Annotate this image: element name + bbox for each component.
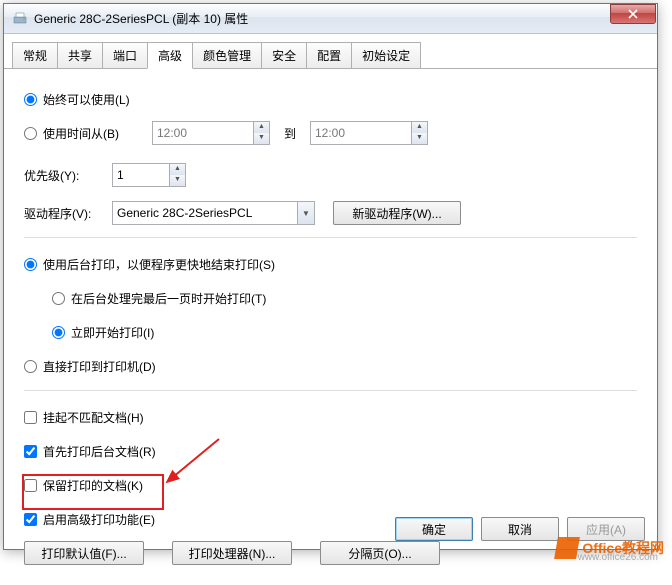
check-advanced-label: 启用高级打印功能(E) (43, 511, 155, 528)
tab-color[interactable]: 颜色管理 (192, 42, 262, 68)
tab-bar: 常规 共享 端口 高级 颜色管理 安全 配置 初始设定 (4, 34, 657, 69)
priority-label: 优先级(Y): (24, 167, 112, 184)
print-processor-button[interactable]: 打印处理器(N)... (172, 541, 292, 565)
radio-spool-after-input[interactable] (52, 292, 65, 305)
window-title: Generic 28C-2SeriesPCL (副本 10) 属性 (34, 10, 610, 27)
tab-content: 始终可以使用(L) 使用时间从(B) 12:00 ▲▼ 到 12:00 ▲▼ 优… (4, 69, 657, 585)
radio-spool-immediate-input[interactable] (52, 326, 65, 339)
spinner-buttons[interactable]: ▲▼ (169, 164, 185, 186)
properties-dialog: Generic 28C-2SeriesPCL (副本 10) 属性 常规 共享 … (3, 3, 658, 550)
radio-always-input[interactable] (24, 93, 37, 106)
print-defaults-button[interactable]: 打印默认值(F)... (24, 541, 144, 565)
check-hold-input[interactable] (24, 411, 37, 424)
time-from-value: 12:00 (157, 126, 187, 140)
check-hold-label: 挂起不匹配文档(H) (43, 409, 144, 426)
priority-value: 1 (117, 168, 124, 182)
radio-direct-label: 直接打印到打印机(D) (43, 358, 156, 375)
driver-label: 驱动程序(V): (24, 205, 112, 222)
new-driver-button[interactable]: 新驱动程序(W)... (333, 201, 461, 225)
tab-security[interactable]: 安全 (261, 42, 307, 68)
spinner-buttons[interactable]: ▲▼ (253, 122, 269, 144)
radio-use-time-label: 使用时间从(B) (43, 125, 119, 142)
radio-always-available[interactable]: 始终可以使用(L) (24, 91, 130, 108)
radio-direct[interactable]: 直接打印到打印机(D) (24, 358, 156, 375)
titlebar: Generic 28C-2SeriesPCL (副本 10) 属性 (4, 4, 657, 34)
radio-spool[interactable]: 使用后台打印，以便程序更快地结束打印(S) (24, 256, 275, 273)
radio-spool-after-label: 在后台处理完最后一页时开始打印(T) (71, 290, 266, 307)
watermark-logo-icon (554, 537, 580, 559)
radio-use-time[interactable]: 使用时间从(B) (24, 125, 152, 142)
check-spooled-label: 首先打印后台文档(R) (43, 443, 156, 460)
check-spooled-first[interactable]: 首先打印后台文档(R) (24, 443, 156, 460)
radio-spool-immediate[interactable]: 立即开始打印(I) (52, 324, 154, 341)
separator-page-button[interactable]: 分隔页(O)... (320, 541, 440, 565)
radio-spool-immediate-label: 立即开始打印(I) (71, 324, 154, 341)
priority-spinner[interactable]: 1 ▲▼ (112, 163, 186, 187)
watermark-url: www.office26.com (578, 552, 658, 563)
radio-use-time-input[interactable] (24, 127, 37, 140)
check-hold-mismatch[interactable]: 挂起不匹配文档(H) (24, 409, 144, 426)
to-label: 到 (270, 125, 310, 142)
time-to-value: 12:00 (315, 126, 345, 140)
check-keep-label: 保留打印的文档(K) (43, 477, 143, 494)
tab-config[interactable]: 配置 (306, 42, 352, 68)
radio-spool-after[interactable]: 在后台处理完最后一页时开始打印(T) (52, 290, 266, 307)
driver-combo[interactable]: Generic 28C-2SeriesPCL ▼ (112, 201, 315, 225)
tab-advanced[interactable]: 高级 (147, 42, 193, 69)
check-enable-advanced[interactable]: 启用高级打印功能(E) (24, 511, 155, 528)
close-button[interactable] (610, 4, 656, 24)
radio-spool-label: 使用后台打印，以便程序更快地结束打印(S) (43, 256, 275, 273)
check-keep-docs[interactable]: 保留打印的文档(K) (24, 477, 143, 494)
tab-initial[interactable]: 初始设定 (351, 42, 421, 68)
radio-always-label: 始终可以使用(L) (43, 91, 130, 108)
driver-value: Generic 28C-2SeriesPCL (117, 206, 252, 220)
tab-sharing[interactable]: 共享 (57, 42, 103, 68)
cancel-button[interactable]: 取消 (481, 517, 559, 541)
printer-icon (12, 11, 28, 27)
time-from-input[interactable]: 12:00 ▲▼ (152, 121, 270, 145)
tab-ports[interactable]: 端口 (102, 42, 148, 68)
spinner-buttons[interactable]: ▲▼ (411, 122, 427, 144)
time-to-input[interactable]: 12:00 ▲▼ (310, 121, 428, 145)
radio-direct-input[interactable] (24, 360, 37, 373)
check-spooled-input[interactable] (24, 445, 37, 458)
chevron-down-icon[interactable]: ▼ (297, 202, 314, 224)
radio-spool-input[interactable] (24, 258, 37, 271)
check-advanced-input[interactable] (24, 513, 37, 526)
tab-general[interactable]: 常规 (12, 42, 58, 68)
check-keep-input[interactable] (24, 479, 37, 492)
ok-button[interactable]: 确定 (395, 517, 473, 541)
